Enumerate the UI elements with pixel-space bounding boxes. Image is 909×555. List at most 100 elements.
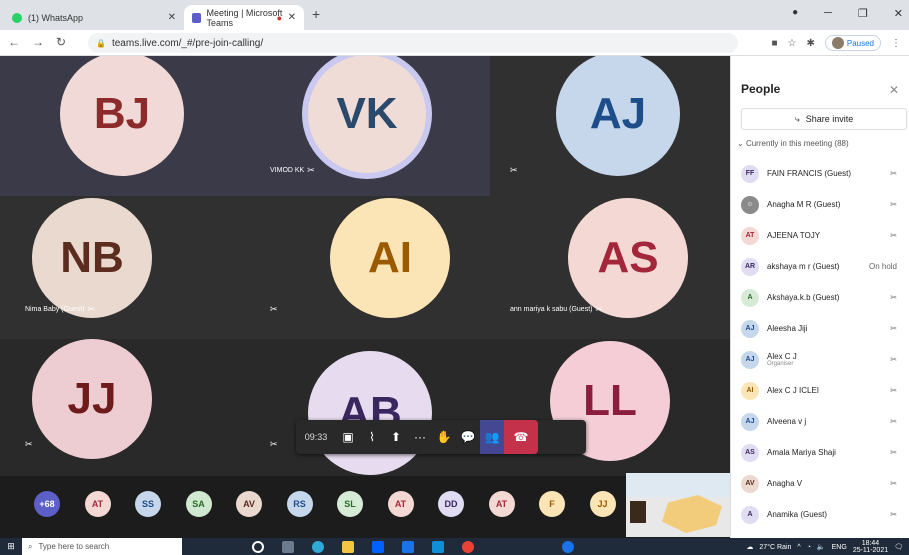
menu-icon[interactable]: ⋮ — [891, 38, 901, 49]
strip-avatar[interactable]: +68 — [34, 491, 60, 517]
strip-avatar[interactable]: F — [539, 491, 565, 517]
file-explorer-icon[interactable] — [342, 540, 354, 553]
avatar — [831, 37, 844, 49]
raise-hand-button[interactable]: ✋ — [432, 420, 456, 454]
strip-avatar[interactable]: DD — [438, 491, 464, 517]
task-view-icon[interactable] — [282, 540, 294, 553]
video-tile[interactable]: NB Nima Baby (Guest) ✂ — [0, 196, 245, 339]
participant-row[interactable]: AV Anagha V ✂ — [741, 468, 909, 499]
app-icon[interactable] — [402, 540, 414, 553]
window-close-icon[interactable]: ✕ — [894, 7, 903, 20]
star-icon[interactable]: ☆ — [788, 38, 797, 49]
avatar: VK — [305, 56, 429, 176]
reload-icon[interactable]: ↻ — [56, 35, 66, 49]
participant-row[interactable]: AI Alex C J ICLEI ✂ — [741, 375, 909, 406]
mic-muted-icon: ✂ — [890, 417, 897, 426]
teams-taskbar-icon[interactable] — [562, 540, 574, 553]
strip-avatar[interactable]: AT — [387, 491, 414, 517]
camera-off-button[interactable]: ▣ — [336, 420, 360, 454]
language-indicator[interactable]: ENG — [832, 544, 847, 551]
edge-icon[interactable] — [312, 540, 324, 553]
strip-avatar[interactable]: SL — [337, 491, 363, 517]
participant-row[interactable]: AT AJEENA TOJY ✂ — [741, 220, 909, 251]
window-controls: ● ─ ❐ ✕ — [792, 7, 903, 20]
strip-avatar[interactable]: SS — [135, 491, 161, 517]
participant-row[interactable]: AJ Alex C J Organiser ✂ — [741, 344, 909, 375]
chat-button[interactable]: 💬 — [456, 420, 480, 454]
call-controls: 09:33 ▣ ⌇ ⬆ ··· ✋ 💬 👥 ☎ — [296, 420, 586, 454]
participant-role: Organiser — [767, 361, 794, 367]
strip-avatar[interactable]: SA — [185, 491, 212, 517]
url-field[interactable]: 🔒 teams.live.com/_#/pre-join-calling/ — [88, 33, 738, 53]
chrome-icon[interactable] — [462, 540, 474, 553]
close-icon[interactable]: ✕ — [889, 83, 899, 97]
taskbar-search[interactable]: ⌕ Type here to search — [22, 538, 182, 555]
camera-icon[interactable]: ■ — [771, 38, 777, 49]
share-screen-button[interactable]: ⬆ — [384, 420, 408, 454]
participant-row[interactable]: A Akshaya.k.b (Guest) ✂ — [741, 282, 909, 313]
cortana-icon[interactable] — [252, 540, 264, 553]
clock-date[interactable]: 25-11-2021 — [853, 547, 888, 554]
participant-list: FF FAIN FRANCIS (Guest) ✂ ☺ Anagha M R (Gues… — [741, 158, 909, 530]
dropbox-icon[interactable] — [372, 540, 384, 553]
close-icon[interactable]: ✕ — [288, 12, 296, 23]
participant-row[interactable]: FF FAIN FRANCIS (Guest) ✂ — [741, 158, 909, 189]
tab-whatsapp[interactable]: (1) WhatsApp ✕ — [4, 5, 184, 30]
more-actions-button[interactable]: ··· — [408, 420, 432, 454]
weather-icon: ☁ — [746, 544, 754, 551]
video-tile[interactable]: AS ann mariya k sabu (Guest) ✂ — [490, 196, 730, 339]
whatsapp-icon — [12, 12, 22, 23]
participant-row[interactable]: AJ Alveena v j ✂ — [741, 406, 909, 437]
participant-name: Anagha M R (Guest) — [767, 200, 841, 209]
video-tile[interactable]: AI ✂ — [245, 196, 490, 339]
store-icon[interactable] — [432, 540, 444, 553]
close-icon[interactable]: ✕ — [168, 12, 176, 23]
weather-text[interactable]: 27°C Rain — [759, 544, 791, 551]
video-tile[interactable]: LL✂ — [490, 339, 730, 476]
network-icon[interactable]: ◔ — [807, 544, 811, 551]
share-invite-button[interactable]: ⤷ Share invite — [741, 108, 907, 130]
tab-teams[interactable]: Meeting | Microsoft Teams ● ✕ — [184, 5, 304, 30]
strip-avatar[interactable]: AV — [236, 491, 262, 517]
current-participants-header[interactable]: ⌄ Currently in this meeting (88) — [737, 139, 849, 148]
minimize-icon[interactable]: ─ — [824, 7, 832, 20]
volume-icon[interactable]: 🔈 — [817, 543, 826, 551]
participant-row[interactable]: AS Amala Mariya Shaji ✂ — [741, 437, 909, 468]
participant-name-text: ann mariya k sabu (Guest) — [510, 306, 593, 313]
participants-button[interactable]: 👥 — [480, 420, 504, 454]
video-tile[interactable]: JJ ✂ — [0, 339, 245, 476]
profile-paused-button[interactable]: Paused — [824, 35, 881, 51]
taskbar-search-placeholder: Type here to search — [38, 542, 110, 551]
leave-button[interactable]: ☎ — [504, 420, 538, 454]
strip-avatar[interactable]: AT — [84, 491, 111, 517]
mic-off-button[interactable]: ⌇ — [360, 420, 384, 454]
tray-chevron-icon[interactable]: ^ — [797, 544, 800, 551]
video-tile[interactable]: VK VIMOD KK ✂ — [245, 56, 490, 196]
strip-avatar[interactable]: RS — [286, 491, 313, 517]
mic-muted-icon: ✂ — [890, 479, 897, 488]
participant-row[interactable]: ☺ Anagha M R (Guest) ✂ — [741, 189, 909, 220]
video-tile[interactable]: BJ — [0, 56, 245, 196]
participant-row[interactable]: AJ Aleesha Jiji ✂ — [741, 313, 909, 344]
browser-tab-bar: (1) WhatsApp ✕ Meeting | Microsoft Teams… — [0, 0, 909, 30]
shared-content-preview[interactable] — [626, 473, 730, 537]
participant-name: akshaya m r (Guest) — [767, 262, 840, 271]
back-icon[interactable]: ← — [8, 35, 20, 49]
paused-label: Paused — [846, 38, 874, 48]
new-tab-button[interactable]: + — [312, 6, 320, 22]
restore-icon[interactable]: ❐ — [858, 7, 868, 20]
windows-start-icon[interactable]: ⊞ — [0, 541, 22, 552]
forward-icon[interactable]: → — [32, 35, 44, 49]
people-panel: People ✕ ⤷ Share invite ⌄ Currently in t… — [730, 56, 909, 538]
clock-time[interactable]: 18:44 — [862, 540, 880, 547]
video-tile[interactable]: AB ✂ — [245, 339, 490, 476]
participant-row[interactable]: A Anamika (Guest) ✂ — [741, 499, 909, 530]
mic-muted-icon: ✂ — [25, 439, 33, 449]
profile-icon[interactable]: ● — [792, 7, 798, 20]
participant-row[interactable]: AR akshaya m r (Guest) On hold — [741, 251, 909, 282]
video-tile[interactable]: AJ ✂ — [490, 56, 730, 196]
strip-avatar[interactable]: JJ — [589, 491, 616, 517]
notifications-icon[interactable]: 🗨 — [894, 543, 903, 551]
extension-icon[interactable]: ✱ — [806, 38, 814, 49]
strip-avatar[interactable]: AT — [488, 491, 515, 517]
